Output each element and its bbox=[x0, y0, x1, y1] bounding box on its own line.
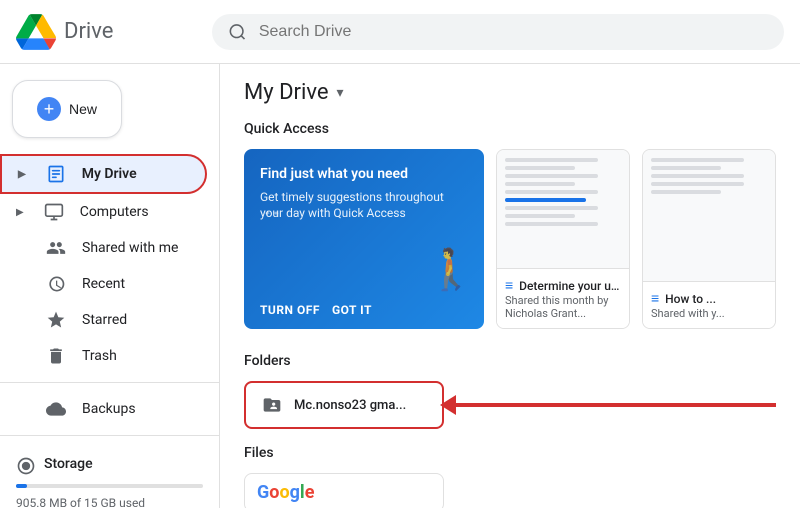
doc-line bbox=[651, 158, 744, 162]
storage-section: Storage 905.8 MB of 15 GB used UPGRADE S… bbox=[0, 444, 219, 508]
doc-title-1: Determine your util... bbox=[519, 279, 621, 293]
page-title-dropdown[interactable]: ▾ bbox=[337, 85, 344, 101]
files-section: Files Google bbox=[244, 445, 776, 508]
doc-line bbox=[505, 166, 575, 170]
doc-icon-row: ≡ Determine your util... bbox=[505, 277, 621, 294]
got-it-button[interactable]: GOT IT bbox=[332, 303, 372, 317]
promo-actions: TURN OFF GOT IT bbox=[260, 303, 372, 317]
trash-label: Trash bbox=[82, 348, 117, 364]
doc-line bbox=[505, 206, 598, 210]
folders-label: Folders bbox=[244, 353, 776, 369]
red-arrow bbox=[456, 403, 776, 407]
arrow-line bbox=[456, 403, 776, 407]
files-label: Files bbox=[244, 445, 776, 461]
sidebar-item-trash[interactable]: Trash bbox=[0, 338, 207, 374]
recent-icon bbox=[46, 274, 66, 294]
sidebar-item-backups[interactable]: Backups bbox=[0, 391, 207, 427]
logo-area: Drive bbox=[16, 12, 196, 52]
computer-icon bbox=[44, 202, 64, 222]
main-layout: + New ▶ My Drive ▶ Computers bbox=[0, 64, 800, 508]
doc-lines bbox=[505, 158, 621, 226]
search-icon bbox=[228, 22, 247, 42]
storage-fill bbox=[16, 484, 27, 488]
shared-icon bbox=[46, 238, 66, 258]
starred-label: Starred bbox=[82, 312, 127, 328]
sidebar: + New ▶ My Drive ▶ Computers bbox=[0, 64, 220, 508]
promo-figure: 🚶 bbox=[426, 246, 476, 293]
folder-card[interactable]: Mc.nonso23 gma... bbox=[244, 381, 444, 429]
new-button-label: New bbox=[69, 101, 97, 117]
chevron-icon: ▶ bbox=[18, 169, 26, 180]
sidebar-item-computers[interactable]: ▶ Computers bbox=[0, 194, 207, 230]
storage-icon bbox=[16, 456, 36, 476]
search-bar[interactable] bbox=[212, 14, 784, 50]
doc-line bbox=[505, 182, 575, 186]
sidebar-item-recent[interactable]: Recent bbox=[0, 266, 207, 302]
shared-label: Shared with me bbox=[82, 240, 178, 256]
doc-icon-row-2: ≡ How to ... bbox=[651, 290, 767, 307]
page-title-row: My Drive ▾ bbox=[244, 80, 776, 105]
folder-name: Mc.nonso23 gma... bbox=[294, 398, 406, 413]
quick-access-label: Quick Access bbox=[244, 121, 776, 137]
search-input[interactable] bbox=[259, 23, 768, 41]
doc-line bbox=[651, 166, 721, 170]
quick-access-grid: Find just what you need Get timely sugge… bbox=[244, 149, 776, 329]
sidebar-divider-2 bbox=[0, 435, 219, 436]
my-drive-label: My Drive bbox=[82, 166, 137, 182]
folder-person-icon bbox=[262, 395, 282, 415]
google-logo: Google bbox=[257, 482, 314, 503]
doc-line bbox=[505, 222, 598, 226]
doc-sub-2: Shared with y... bbox=[651, 307, 767, 320]
file-card[interactable]: Google bbox=[244, 473, 444, 508]
folder-card-wrapper: Mc.nonso23 gma... bbox=[244, 381, 776, 429]
doc-line bbox=[651, 174, 744, 178]
sidebar-item-shared[interactable]: Shared with me bbox=[0, 230, 207, 266]
storage-label: Storage bbox=[44, 456, 93, 472]
doc-line bbox=[505, 190, 598, 194]
arrow-head bbox=[440, 395, 456, 415]
promo-title: Find just what you need bbox=[260, 165, 468, 185]
doc-preview-1 bbox=[497, 150, 629, 268]
doc-icon-2: ≡ bbox=[651, 290, 659, 307]
trash-icon bbox=[46, 346, 66, 366]
topbar: Drive bbox=[0, 0, 800, 64]
doc-line bbox=[651, 190, 721, 194]
my-drive-icon bbox=[46, 164, 66, 184]
computers-label: Computers bbox=[80, 204, 149, 220]
plus-icon: + bbox=[37, 97, 61, 121]
doc-line bbox=[651, 182, 744, 186]
page-title: My Drive bbox=[244, 80, 329, 105]
doc-line bbox=[505, 158, 598, 162]
doc-icon: ≡ bbox=[505, 277, 513, 294]
quick-access-doc-1[interactable]: ≡ Determine your util... Shared this mon… bbox=[496, 149, 630, 329]
doc-line bbox=[505, 214, 575, 218]
sidebar-item-starred[interactable]: Starred bbox=[0, 302, 207, 338]
backups-icon bbox=[46, 399, 66, 419]
starred-icon bbox=[46, 310, 66, 330]
doc-lines-2 bbox=[651, 158, 767, 194]
main-content: My Drive ▾ Quick Access Find just what y… bbox=[220, 64, 800, 508]
doc-sub-1: Shared this month by Nicholas Grant... bbox=[505, 294, 621, 320]
sidebar-divider bbox=[0, 382, 219, 383]
new-button[interactable]: + New bbox=[12, 80, 122, 138]
folders-section: Folders Mc.nonso23 gma... bbox=[244, 353, 776, 429]
doc-preview-2 bbox=[643, 150, 775, 281]
quick-access-doc-2[interactable]: ≡ How to ... Shared with y... bbox=[642, 149, 776, 329]
sidebar-item-my-drive[interactable]: ▶ My Drive bbox=[0, 154, 207, 194]
chevron-icon: ▶ bbox=[16, 207, 24, 218]
drive-logo-icon bbox=[16, 12, 56, 52]
backups-label: Backups bbox=[82, 401, 136, 417]
doc-link-line bbox=[505, 198, 586, 202]
doc-info-2: ≡ How to ... Shared with y... bbox=[643, 281, 775, 328]
app-title: Drive bbox=[64, 19, 113, 44]
promo-subtitle: Get timely suggestions throughout your d… bbox=[260, 189, 468, 223]
doc-title-2: How to ... bbox=[665, 292, 716, 306]
storage-bar bbox=[16, 484, 203, 488]
doc-info-1: ≡ Determine your util... Shared this mon… bbox=[497, 268, 629, 328]
recent-label: Recent bbox=[82, 276, 125, 292]
doc-line bbox=[505, 174, 598, 178]
storage-used: 905.8 MB of 15 GB used bbox=[16, 496, 203, 508]
quick-access-promo-card[interactable]: Find just what you need Get timely sugge… bbox=[244, 149, 484, 329]
turn-off-button[interactable]: TURN OFF bbox=[260, 303, 320, 317]
